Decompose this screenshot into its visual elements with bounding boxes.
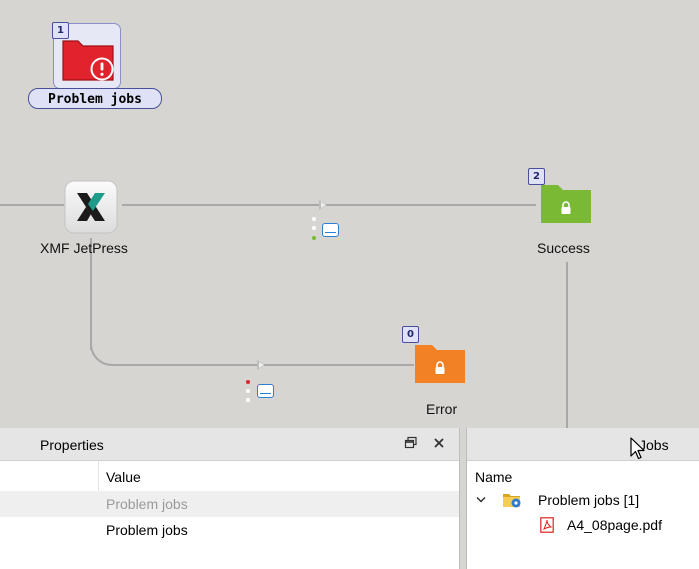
properties-panel: Properties Value Problem jobs Problem jo…	[0, 428, 460, 569]
warning-icon	[90, 57, 114, 81]
tree-item-label: Problem jobs [1]	[538, 492, 640, 508]
connection-xmf-success[interactable]	[122, 204, 536, 206]
status-dot-red	[246, 380, 250, 384]
tree-item-problem-jobs[interactable]: Problem jobs [1]	[467, 488, 699, 512]
flow-canvas[interactable]: 1 Problem jobs XMF JetPress 2 Success 0 …	[0, 0, 699, 428]
flow-arrow-icon	[319, 200, 327, 210]
folder-label: Problem jobs	[48, 92, 142, 107]
status-dot	[246, 398, 250, 402]
column-divider	[98, 461, 99, 491]
close-icon[interactable]	[432, 436, 446, 450]
restore-icon[interactable]	[404, 436, 418, 450]
mouse-cursor-icon	[630, 437, 645, 460]
job-count-badge: 1	[52, 22, 69, 39]
xmf-app-icon	[64, 180, 118, 234]
element-label: Success	[537, 240, 590, 256]
table-row[interactable]: Problem jobs	[0, 517, 459, 543]
disk-icon	[257, 384, 274, 398]
folder-gear-icon	[503, 494, 521, 508]
error-folder[interactable]: 0	[402, 326, 472, 388]
connection-in[interactable]	[0, 204, 64, 206]
job-count-badge: 2	[528, 168, 545, 185]
connection-success-down[interactable]	[566, 262, 568, 428]
property-value: Problem jobs	[106, 522, 188, 538]
status-dot	[312, 217, 316, 221]
disk-icon	[322, 223, 339, 237]
status-dot	[312, 226, 316, 230]
lock-icon	[561, 201, 571, 214]
lock-icon	[435, 361, 445, 374]
value-column-header[interactable]: Value	[106, 469, 141, 485]
element-label: XMF JetPress	[40, 240, 128, 256]
success-folder[interactable]: 2	[528, 168, 598, 228]
problem-jobs-folder[interactable]: 1	[52, 19, 122, 89]
jobs-column-header[interactable]: Name	[467, 461, 699, 487]
jobs-panel-header: Jobs	[467, 428, 699, 461]
status-dot-green	[312, 236, 316, 240]
job-count-badge: 0	[402, 326, 419, 343]
properties-column-header: Value	[0, 461, 459, 491]
table-row[interactable]: Problem jobs	[0, 491, 459, 517]
problem-jobs-label[interactable]: Problem jobs	[28, 88, 162, 109]
flow-arrow-icon	[257, 360, 265, 370]
jobs-panel: Jobs Name Problem jobs [1] A4_08page.pdf	[466, 428, 699, 569]
tree-item-label: A4_08page.pdf	[567, 517, 662, 533]
tree-item-job-file[interactable]: A4_08page.pdf	[467, 513, 699, 537]
name-column-header: Name	[475, 469, 513, 485]
status-dot	[246, 389, 250, 393]
connection-xmf-error-curve[interactable]	[90, 330, 114, 366]
xmf-jetpress-element[interactable]	[64, 180, 118, 234]
chevron-down-icon[interactable]	[476, 496, 486, 504]
pdf-icon	[540, 517, 554, 533]
properties-panel-title: Properties	[40, 437, 104, 453]
element-label: Error	[426, 401, 458, 417]
property-value: Problem jobs	[106, 496, 188, 512]
properties-panel-header: Properties	[0, 428, 459, 461]
